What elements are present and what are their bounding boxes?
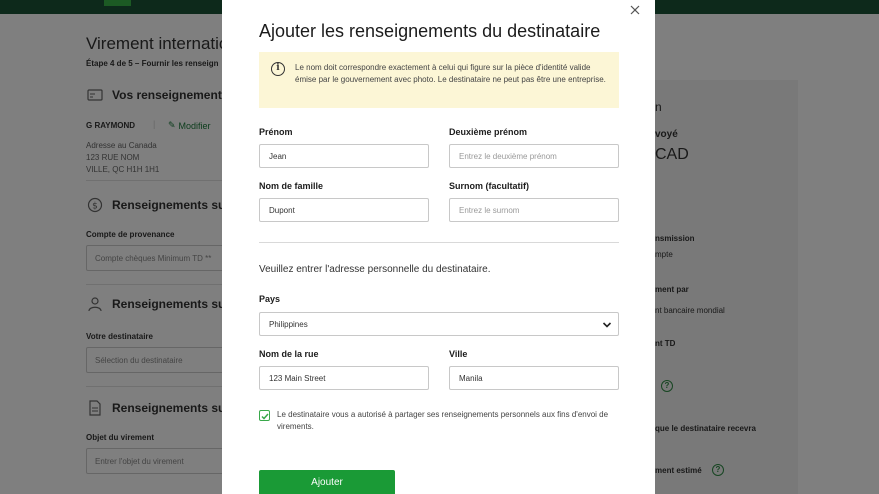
chevron-down-icon [602, 320, 612, 330]
ville-label: Ville [449, 349, 468, 359]
consent-row: Le destinataire vous a autorisé à partag… [259, 409, 619, 433]
identity-notice: i Le nom doit correspondre exactement à … [259, 52, 619, 108]
modal-title: Ajouter les renseignements du destinatai… [259, 21, 601, 41]
close-icon [630, 2, 640, 20]
surnom-label: Surnom (facultatif) [449, 181, 529, 191]
prenom-label: Prénom [259, 127, 293, 137]
notice-text: Le nom doit correspondre exactement à ce… [295, 63, 606, 84]
surnom-input[interactable] [449, 198, 619, 222]
close-button[interactable] [626, 2, 644, 20]
ajouter-button[interactable]: Ajouter [259, 470, 395, 494]
deuxieme-prenom-input[interactable] [449, 144, 619, 168]
divider [259, 242, 619, 243]
checkmark-icon [260, 407, 269, 425]
deuxieme-prenom-label: Deuxième prénom [449, 127, 528, 137]
address-hint: Veuillez entrer l'adresse personnelle du… [259, 264, 491, 275]
pays-label: Pays [259, 294, 281, 304]
nom-label: Nom de famille [259, 181, 324, 191]
ville-input[interactable] [449, 366, 619, 390]
info-icon: i [271, 62, 285, 76]
consent-text: Le destinataire vous a autorisé à partag… [277, 410, 609, 431]
consent-checkbox[interactable] [259, 410, 270, 421]
add-recipient-modal: Ajouter les renseignements du destinatai… [222, 0, 655, 494]
rue-input[interactable] [259, 366, 429, 390]
nom-input[interactable] [259, 198, 429, 222]
rue-label: Nom de la rue [259, 349, 319, 359]
pays-select[interactable]: Philippines [259, 312, 619, 336]
pays-value: Philippines [269, 320, 308, 329]
prenom-input[interactable] [259, 144, 429, 168]
